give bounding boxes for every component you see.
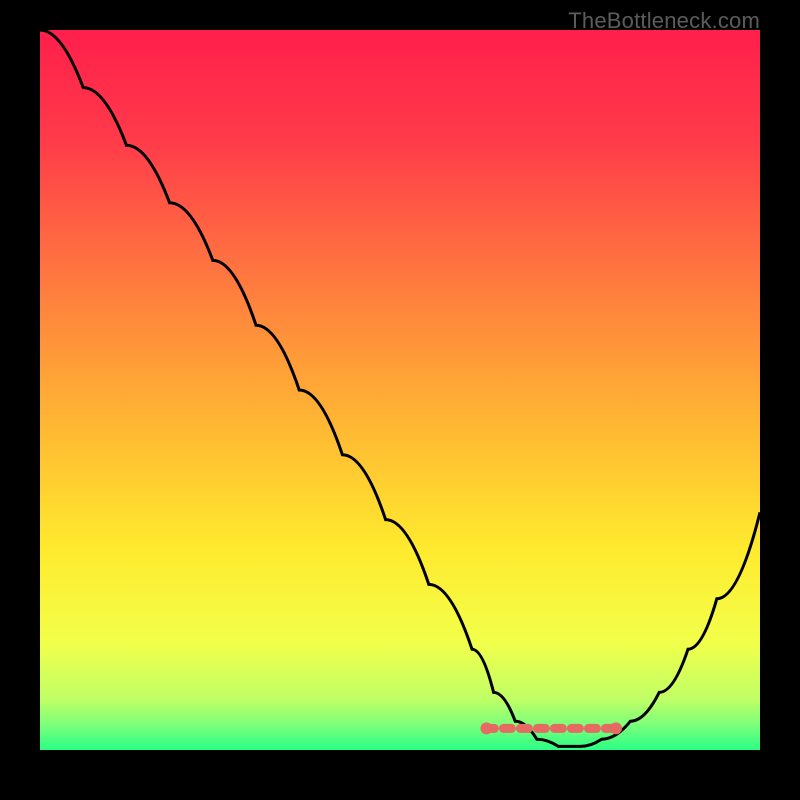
plot-area <box>40 30 760 750</box>
optimal-band <box>480 722 622 734</box>
chart-frame: TheBottleneck.com <box>0 0 800 800</box>
curve-layer <box>40 30 760 750</box>
bottleneck-curve <box>40 30 760 746</box>
